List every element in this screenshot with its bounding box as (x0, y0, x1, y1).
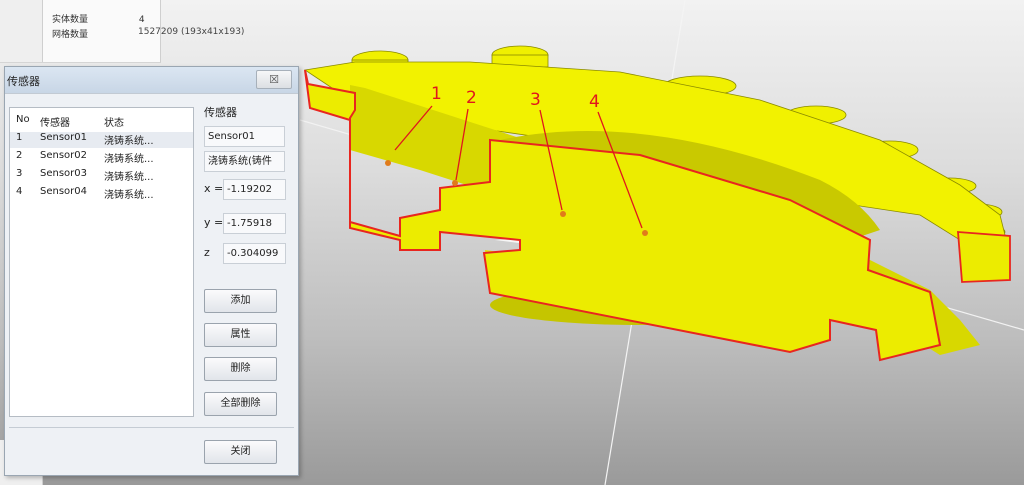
marker-label-4: 4 (589, 92, 600, 112)
row-no: 1 (16, 132, 23, 143)
add-button[interactable]: 添加 (204, 289, 277, 313)
y-label: y = (204, 216, 224, 229)
list-item[interactable]: 2 Sensor02 浇铸系统... (10, 150, 193, 166)
dialog-title: 传感器 (7, 75, 40, 88)
marker-label-3: 3 (530, 90, 541, 110)
entity-count-value: 4 (138, 15, 145, 25)
row-no: 3 (16, 168, 23, 179)
list-item[interactable]: 3 Sensor03 浇铸系统... (10, 168, 193, 184)
z-field[interactable]: -0.304099 (223, 243, 286, 264)
delete-all-button[interactable]: 全部删除 (204, 392, 277, 416)
model-info-panel: 实体数量 4 网格数量 (0, 0, 161, 63)
z-label: z (204, 246, 210, 259)
sensor-location-field[interactable]: 浇铸系统(铸件 (204, 151, 285, 172)
x-label: x = (204, 182, 224, 195)
sensor-name-field[interactable]: Sensor01 (204, 126, 285, 147)
close-icon[interactable]: ☒ (256, 70, 292, 89)
list-item[interactable]: 1 Sensor01 浇铸系统... (10, 132, 193, 148)
row-status: 浇铸系统... (104, 136, 154, 147)
close-button[interactable]: 关闭 (204, 440, 277, 464)
row-status: 浇铸系统... (104, 172, 154, 183)
sensor-list-header: No 传感器 状态 (10, 114, 193, 130)
marker-label-1: 1 (431, 84, 442, 104)
sensor-dialog: 传感器 ☒ No 传感器 状态 1 Sensor01 浇铸系统... 2 Sen… (4, 66, 299, 476)
row-name: Sensor03 (40, 168, 88, 179)
row-name: Sensor04 (40, 186, 88, 197)
properties-button[interactable]: 属性 (204, 323, 277, 347)
entity-count-label: 实体数量 (52, 15, 89, 25)
col-status: 状态 (104, 118, 124, 129)
col-sensor: 传感器 (40, 118, 70, 129)
sensor-list[interactable]: No 传感器 状态 1 Sensor01 浇铸系统... 2 Sensor02 … (9, 107, 194, 417)
row-name: Sensor02 (40, 150, 88, 161)
col-no: No (16, 114, 30, 125)
entity-count-row: 实体数量 4 (52, 12, 145, 25)
divider (9, 427, 294, 428)
list-item[interactable]: 4 Sensor04 浇铸系统... (10, 186, 193, 202)
mesh-count-row: 网格数量 (52, 27, 136, 40)
row-status: 浇铸系统... (104, 190, 154, 201)
y-field[interactable]: -1.75918 (223, 213, 286, 234)
row-name: Sensor01 (40, 132, 88, 143)
detail-label: 传感器 (204, 106, 237, 119)
mesh-count-value: 1527209 (193x41x193) (138, 27, 245, 37)
row-no: 2 (16, 150, 23, 161)
left-strip (0, 0, 43, 62)
dialog-titlebar[interactable]: 传感器 ☒ (5, 67, 298, 94)
row-status: 浇铸系统... (104, 154, 154, 165)
x-field[interactable]: -1.19202 (223, 179, 286, 200)
mesh-count-label: 网格数量 (52, 30, 89, 40)
marker-label-2: 2 (466, 88, 477, 108)
row-no: 4 (16, 186, 23, 197)
delete-button[interactable]: 删除 (204, 357, 277, 381)
